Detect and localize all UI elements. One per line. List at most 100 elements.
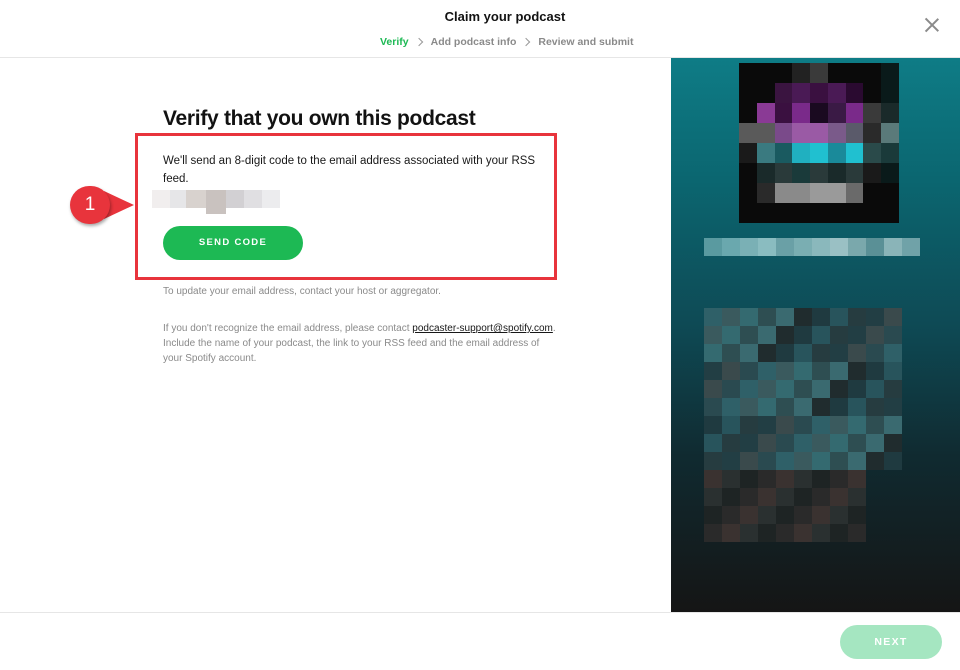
description-redaction-pixel: [722, 326, 740, 344]
description-redaction-pixel: [830, 344, 848, 362]
description-redaction-pixel: [884, 308, 902, 326]
cover-art-pixel: [881, 163, 899, 183]
description-redaction-pixel: [740, 524, 758, 542]
description-redaction-pixel: [866, 344, 884, 362]
description-redaction-pixel: [758, 488, 776, 506]
description-redaction-pixel: [776, 344, 794, 362]
next-button[interactable]: NEXT: [840, 625, 942, 659]
description-redaction-pixel: [884, 416, 902, 434]
description-redaction-pixel: [704, 344, 722, 362]
description-redaction-pixel: [794, 344, 812, 362]
verification-description: We'll send an 8-digit code to the email …: [163, 155, 536, 185]
description-redaction-row: [704, 524, 866, 542]
title-redaction-pixel: [758, 238, 776, 256]
cover-art-pixel: [881, 83, 899, 103]
description-redaction-pixel: [830, 470, 848, 488]
description-redaction-row: [704, 398, 902, 416]
description-redaction-pixel: [704, 308, 722, 326]
close-icon[interactable]: [924, 17, 940, 33]
description-redaction-pixel: [794, 398, 812, 416]
annotation-number: 1: [70, 186, 110, 224]
description-redaction-row: [704, 434, 902, 452]
description-redaction-pixel: [758, 524, 776, 542]
cover-art-pixel: [739, 63, 757, 83]
description-redaction-pixel: [704, 506, 722, 524]
description-redaction-pixel: [704, 398, 722, 416]
cover-art-pixel: [863, 143, 882, 163]
description-redaction-pixel: [884, 344, 902, 362]
description-redaction-pixel: [848, 416, 866, 434]
podcast-preview-panel: [671, 58, 960, 612]
cover-art-pixel: [881, 183, 899, 203]
description-redaction-pixel: [722, 398, 740, 416]
description-redaction-pixel: [758, 470, 776, 488]
description-redaction-pixel: [740, 380, 758, 398]
description-redaction-pixel: [848, 488, 866, 506]
description-redaction-row: [704, 488, 866, 506]
description-redaction-pixel: [704, 362, 722, 380]
cover-art-pixel: [792, 163, 811, 183]
description-redaction-pixel: [794, 308, 812, 326]
description-redaction-pixel: [866, 362, 884, 380]
description-redaction-row: [704, 326, 902, 344]
cover-art-pixel: [774, 163, 793, 183]
chevron-right-icon: [414, 37, 423, 47]
description-redaction-pixel: [812, 380, 830, 398]
description-redaction-pixel: [830, 488, 848, 506]
cover-art-pixel: [845, 123, 864, 143]
description-redaction-pixel: [776, 452, 794, 470]
cover-art-pixel: [792, 183, 811, 203]
description-redaction-pixel: [776, 416, 794, 434]
description-redaction-pixel: [794, 434, 812, 452]
title-redaction-pixel: [830, 238, 848, 256]
cover-art-pixel: [845, 103, 864, 123]
title-redaction-pixel: [722, 238, 740, 256]
cover-art-pixel: [863, 63, 882, 83]
description-redaction-pixel: [848, 506, 866, 524]
description-redaction-pixel: [758, 434, 776, 452]
cover-art-pixel: [863, 123, 882, 143]
description-redaction-row: [704, 308, 902, 326]
description-redaction-pixel: [740, 488, 758, 506]
cover-art-pixel: [756, 183, 775, 203]
cover-art-pixel: [863, 103, 882, 123]
cover-art-pixel: [827, 183, 846, 203]
description-redaction-pixel: [884, 362, 902, 380]
description-redaction-pixel: [722, 344, 740, 362]
description-redaction-pixel: [722, 488, 740, 506]
description-redaction-row: [704, 362, 902, 380]
description-redaction-pixel: [794, 452, 812, 470]
cover-art-pixel: [827, 63, 846, 83]
description-redaction-pixel: [758, 362, 776, 380]
support-text-prefix: If you don't recognize the email address…: [163, 323, 413, 334]
title-redaction-pixel: [740, 238, 758, 256]
cover-art-pixel: [756, 63, 775, 83]
description-redaction-pixel: [830, 416, 848, 434]
description-redaction-pixel: [848, 434, 866, 452]
cover-art-pixel: [792, 83, 811, 103]
description-redaction-pixel: [866, 308, 884, 326]
cover-art-pixel: [774, 123, 793, 143]
description-redaction-pixel: [812, 326, 830, 344]
description-redaction-pixel: [722, 362, 740, 380]
description-redaction-pixel: [722, 434, 740, 452]
title-redaction-pixel: [848, 238, 866, 256]
cover-art-pixel: [863, 163, 882, 183]
description-redaction-pixel: [884, 380, 902, 398]
cover-art-pixel: [756, 163, 775, 183]
description-redaction-pixel: [722, 524, 740, 542]
send-code-button[interactable]: SEND CODE: [163, 226, 303, 260]
description-redaction-pixel: [848, 524, 866, 542]
description-redaction-pixel: [830, 434, 848, 452]
description-redaction-pixel: [704, 416, 722, 434]
description-redaction-pixel: [848, 398, 866, 416]
description-redaction-pixel: [740, 506, 758, 524]
description-redaction-pixel: [830, 398, 848, 416]
description-redaction-pixel: [758, 506, 776, 524]
description-redaction-pixel: [776, 398, 794, 416]
cover-art-pixel: [792, 143, 811, 163]
description-redaction-row: [704, 452, 902, 470]
cover-art-pixel: [810, 103, 829, 123]
support-email-link[interactable]: podcaster-support@spotify.com: [412, 323, 553, 334]
step-verify: Verify: [380, 36, 409, 48]
